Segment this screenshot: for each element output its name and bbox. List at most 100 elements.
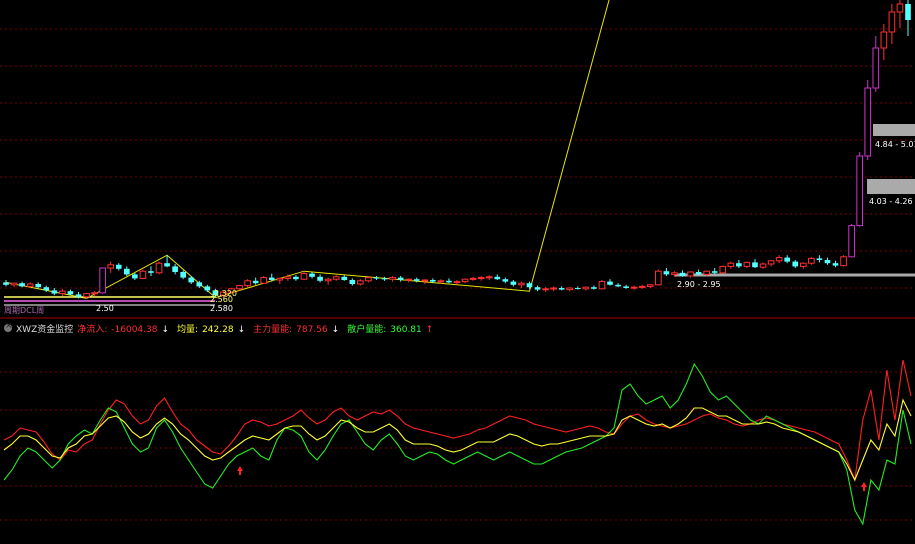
candle-body	[268, 277, 275, 280]
candle-body	[703, 270, 710, 275]
candle-body	[550, 287, 557, 290]
candle-body	[164, 263, 170, 267]
candle-body	[10, 282, 18, 286]
candle-body	[59, 290, 66, 295]
support-box-middle	[867, 179, 915, 194]
candle-body	[453, 281, 461, 284]
candle-body	[832, 263, 839, 266]
candle-body	[816, 258, 823, 260]
candle-body	[743, 261, 751, 267]
candle-body	[630, 286, 638, 289]
candle-body	[180, 272, 186, 278]
candle-body	[405, 278, 412, 281]
candle-body	[792, 261, 799, 267]
candle-body	[494, 276, 501, 280]
candle-body	[437, 280, 445, 283]
candle-body	[309, 273, 315, 277]
candle-body	[872, 47, 880, 89]
candle-body	[430, 280, 436, 282]
candle-body	[317, 276, 323, 281]
candle-body	[332, 276, 340, 280]
candle-body	[148, 271, 154, 273]
candle-body	[26, 283, 34, 287]
price-label: 4.84 - 5.01	[875, 140, 915, 149]
candle-body	[566, 287, 574, 291]
support-box-upper	[873, 124, 915, 136]
candle-body	[19, 283, 25, 287]
indicator-title[interactable]: XWZ资金监控	[16, 322, 73, 335]
candle-body	[840, 256, 847, 267]
candle-body	[357, 280, 364, 285]
candle-body	[687, 271, 694, 277]
candle-body	[115, 264, 122, 269]
candle-body	[598, 281, 606, 290]
candle-body	[727, 262, 735, 267]
zigzag-path	[5, 0, 610, 299]
candle-body	[477, 277, 485, 280]
candle-body	[542, 288, 549, 291]
main-force-label: 主力量能: 787.56 ↓	[253, 324, 340, 335]
candle-body	[752, 262, 758, 268]
candle-body	[824, 260, 831, 264]
candle-body	[502, 279, 509, 282]
candle-body	[671, 272, 678, 275]
candle-body	[244, 280, 251, 287]
candle-body	[655, 270, 662, 286]
candle-body	[905, 4, 911, 20]
candle-body	[558, 288, 565, 290]
candle-body	[373, 277, 380, 279]
candle-body	[711, 271, 718, 273]
candle-body	[574, 288, 581, 289]
candle-body	[236, 285, 243, 290]
candle-body	[615, 284, 621, 287]
candle-body	[759, 263, 767, 268]
candle-body	[775, 257, 783, 262]
candle-body	[485, 276, 493, 279]
candle-body	[67, 291, 74, 295]
price-label: 4.03 - 4.26	[869, 197, 913, 206]
candle-body	[349, 280, 356, 284]
buy-signal-arrow-icon	[237, 466, 243, 475]
candle-body	[896, 3, 904, 13]
indicator-lines	[3, 359, 912, 526]
candle-body	[188, 277, 195, 283]
candle-body	[172, 266, 178, 272]
candle-body	[582, 286, 590, 290]
candle-body	[276, 277, 284, 281]
candle-body	[196, 282, 203, 287]
candle-body	[623, 286, 629, 288]
candle-body	[3, 282, 9, 285]
candle-body	[767, 260, 775, 265]
candle-body	[83, 293, 90, 298]
candle-body	[35, 284, 42, 288]
candle-body	[389, 277, 396, 280]
price-label: 2.580	[210, 304, 233, 313]
candle-body	[461, 278, 469, 283]
candle-body	[446, 280, 452, 283]
candle-body	[526, 283, 533, 288]
candle-body	[300, 273, 308, 280]
candle-body	[518, 282, 525, 286]
candle-body	[107, 264, 115, 269]
close-indicator-icon[interactable]	[4, 321, 13, 332]
price-labels: 4.84 - 5.01 4.03 - 4.26 2.90 - 2.95 2.50 2.5…	[4, 140, 915, 315]
candle-body	[510, 281, 517, 285]
net-inflow-label: 净流入: -16004.38 ↓	[77, 324, 170, 335]
candle-body	[132, 274, 138, 279]
stock-chart[interactable]: 4.84 - 5.01 4.03 - 4.26 2.90 - 2.95 2.50 2.5…	[0, 0, 915, 544]
candle-body	[880, 31, 888, 49]
average-line	[3, 398, 912, 482]
candle-body	[139, 270, 147, 279]
candle-body	[864, 87, 872, 157]
candle-body	[123, 268, 130, 275]
zigzag-trendline	[5, 0, 610, 299]
candle-body	[534, 287, 541, 290]
candle-body	[663, 271, 670, 275]
candle-body	[719, 265, 727, 274]
candle-body	[381, 278, 388, 280]
candle-body	[469, 277, 477, 280]
candle-body	[204, 286, 211, 291]
candle-body	[591, 287, 597, 289]
candle-body	[91, 292, 98, 295]
candle-body	[607, 281, 613, 285]
